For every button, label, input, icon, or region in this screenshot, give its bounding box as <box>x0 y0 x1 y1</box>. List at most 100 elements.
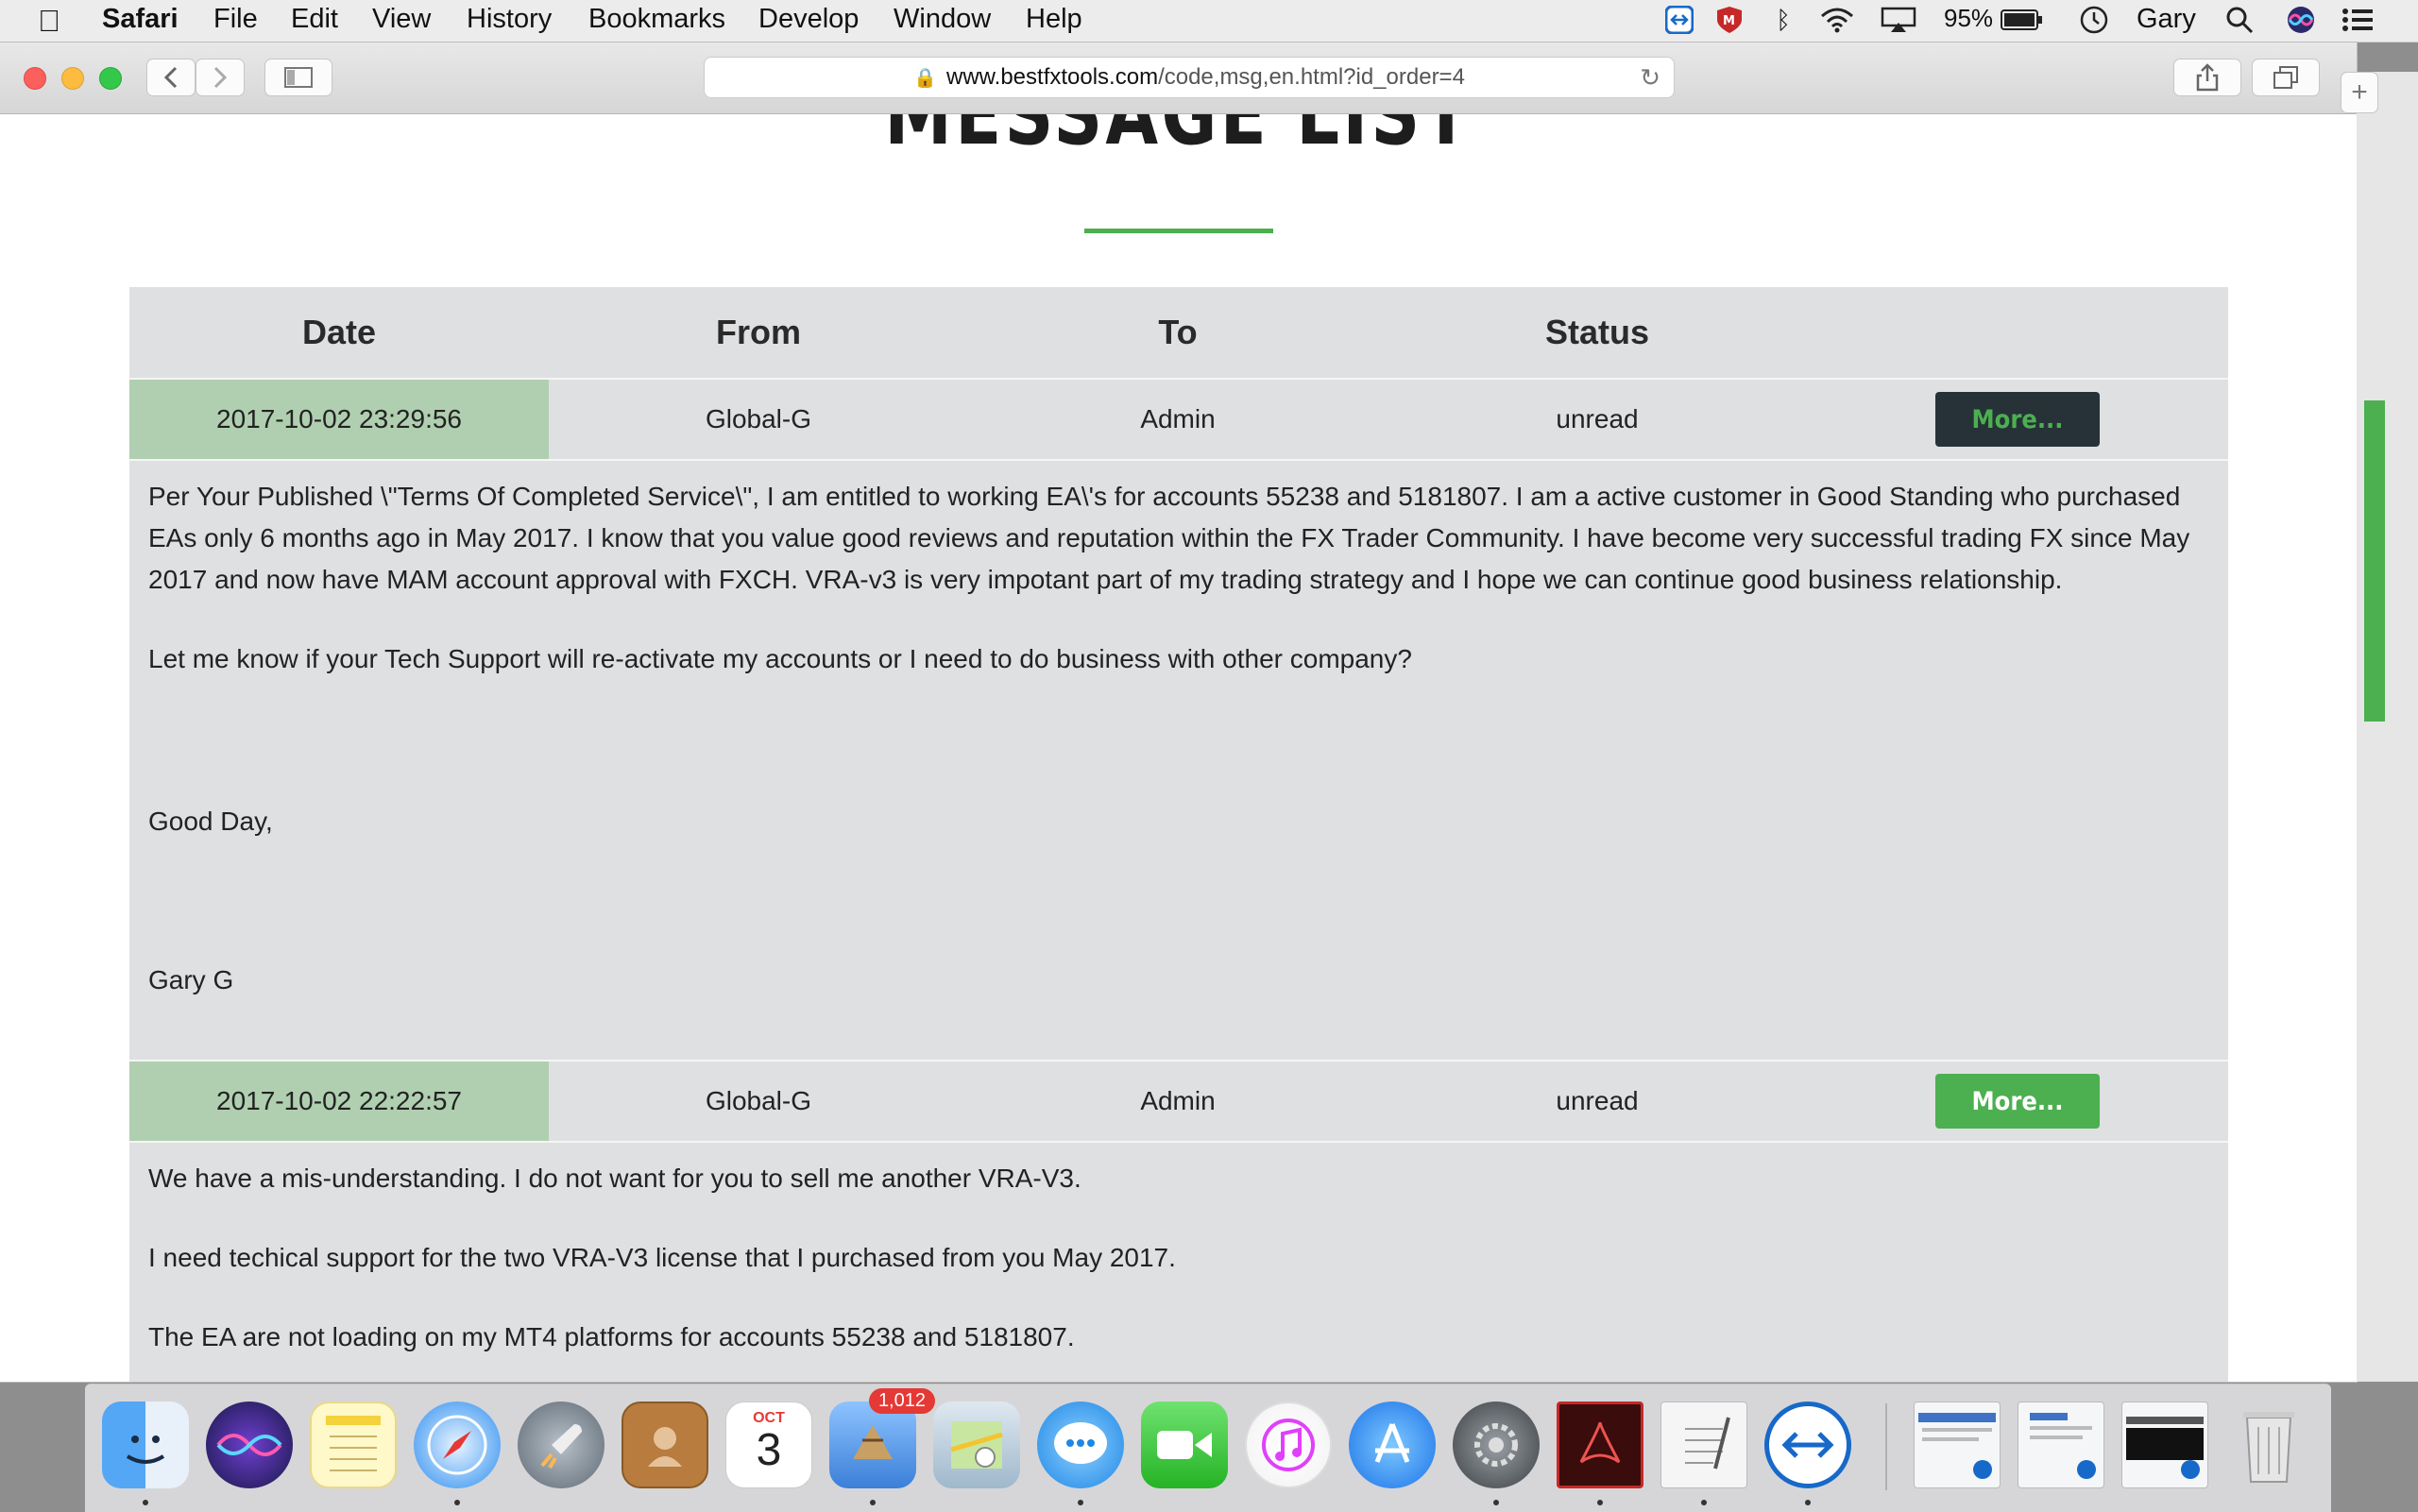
message-table: Date From To Status 2017-10-02 23:29:56 … <box>129 287 2228 1382</box>
apple-menu-icon[interactable]:  <box>38 4 60 39</box>
system-preferences-icon[interactable] <box>1453 1402 1540 1488</box>
row-divider <box>129 459 2228 461</box>
background-window-accent <box>2364 400 2385 722</box>
message-to: Admin <box>1140 1086 1216 1115</box>
bluetooth-icon[interactable]: ᛒ <box>1771 6 1796 34</box>
message-body: We have a mis-understanding. I do not wa… <box>148 1158 2207 1382</box>
dock: OCT 3 1,012 <box>85 1384 2331 1512</box>
notification-center-icon[interactable] <box>2341 6 2375 34</box>
safari-window: 🔒 www.bestfxtools.com/code,msg,en.html?i… <box>0 42 2357 1382</box>
title-underline <box>1084 229 1273 233</box>
app-store-icon[interactable] <box>1349 1402 1436 1488</box>
contacts-icon[interactable] <box>622 1402 708 1488</box>
more-button[interactable]: More... <box>1935 1074 2100 1129</box>
chevron-left-icon <box>163 66 178 89</box>
mail-icon[interactable]: 1,012 <box>829 1388 935 1488</box>
siri-icon[interactable] <box>2286 6 2316 34</box>
running-indicator <box>1493 1500 1499 1505</box>
menu-view[interactable]: View <box>372 4 431 35</box>
running-indicator <box>1701 1500 1707 1505</box>
new-tab-button[interactable]: + <box>2341 72 2378 113</box>
menu-window[interactable]: Window <box>894 4 991 35</box>
calendar-icon[interactable]: OCT 3 <box>725 1402 812 1488</box>
reload-icon[interactable]: ↻ <box>1640 63 1660 93</box>
teamviewer-status-icon[interactable] <box>1664 6 1694 34</box>
message-paragraph: Per Your Published \"Terms Of Completed … <box>148 482 2190 594</box>
message-paragraph: We have a mis-understanding. I do not wa… <box>148 1164 1081 1193</box>
show-tabs-button[interactable] <box>2252 59 2320 96</box>
teamviewer-dock-icon[interactable] <box>1764 1402 1851 1488</box>
facetime-icon[interactable] <box>1141 1402 1228 1488</box>
message-from: Global-G <box>705 404 812 433</box>
message-from: Global-G <box>705 1086 812 1115</box>
message-paragraph: The EA are not loading on my MT4 platfor… <box>148 1322 1075 1351</box>
background-window-edge <box>2357 72 2418 1382</box>
finder-icon[interactable] <box>102 1402 189 1488</box>
message-status: unread <box>1556 1086 1639 1115</box>
running-indicator <box>1078 1500 1083 1505</box>
message-date: 2017-10-02 23:29:56 <box>129 380 549 459</box>
chevron-right-icon <box>213 66 228 89</box>
column-header-status: Status <box>1544 313 1650 351</box>
dock-separator <box>1885 1403 1887 1490</box>
minimized-window-thumbnail-icon[interactable] <box>2121 1402 2208 1488</box>
more-button[interactable]: More... <box>1935 392 2100 447</box>
menu-bookmarks[interactable]: Bookmarks <box>588 4 725 35</box>
back-button[interactable] <box>146 59 196 96</box>
itunes-icon[interactable] <box>1245 1402 1332 1488</box>
safari-dock-icon[interactable] <box>414 1402 501 1488</box>
close-window-button[interactable] <box>24 67 46 90</box>
user-name[interactable]: Gary <box>2137 4 2196 35</box>
message-to: Admin <box>1140 404 1216 433</box>
minimize-window-button[interactable] <box>61 67 84 90</box>
zoom-window-button[interactable] <box>99 67 122 90</box>
menu-help[interactable]: Help <box>1026 4 1082 35</box>
svg-text:M: M <box>1723 14 1735 28</box>
running-indicator <box>1805 1500 1811 1505</box>
minimized-window-thumbnail-icon[interactable] <box>2018 1402 2104 1488</box>
message-status: unread <box>1556 404 1639 433</box>
sidebar-icon <box>284 67 313 88</box>
message-paragraph: Let me know if your Tech Support will re… <box>148 644 1412 673</box>
notes-icon[interactable] <box>310 1402 397 1488</box>
launchpad-icon[interactable] <box>518 1402 604 1488</box>
address-bar[interactable]: 🔒 www.bestfxtools.com/code,msg,en.html?i… <box>704 57 1675 98</box>
menu-history[interactable]: History <box>467 4 552 35</box>
mcafee-shield-icon[interactable]: M <box>1714 6 1745 34</box>
spotlight-search-icon[interactable] <box>2224 6 2255 34</box>
sidebar-toggle-button[interactable] <box>264 59 332 96</box>
calendar-day: 3 <box>756 1425 782 1475</box>
battery-icon[interactable] <box>2000 6 2045 34</box>
share-button[interactable] <box>2173 59 2241 96</box>
acrobat-reader-icon[interactable] <box>1557 1402 1643 1488</box>
wifi-icon[interactable] <box>1818 6 1856 34</box>
column-header-from: From <box>716 313 801 351</box>
textedit-icon[interactable] <box>1660 1402 1747 1488</box>
trash-icon[interactable] <box>2225 1402 2312 1488</box>
menu-file[interactable]: File <box>213 4 258 35</box>
tabs-overview-icon <box>2273 66 2298 89</box>
minimized-window-thumbnail-icon[interactable] <box>1914 1402 2001 1488</box>
message-paragraph: I need techical support for the two VRA-… <box>148 1243 1176 1272</box>
airplay-icon[interactable] <box>1880 6 1917 34</box>
share-icon <box>2196 63 2219 92</box>
mail-unread-badge: 1,012 <box>868 1388 935 1414</box>
time-machine-icon[interactable] <box>2078 6 2110 34</box>
column-header-date: Date <box>301 313 377 351</box>
message-date: 2017-10-02 22:22:57 <box>129 1062 549 1141</box>
menu-edit[interactable]: Edit <box>291 4 338 35</box>
url-host: www.bestfxtools.com <box>945 64 1159 90</box>
row-divider <box>129 1141 2228 1143</box>
siri-dock-icon[interactable] <box>206 1402 293 1488</box>
menu-app-name[interactable]: Safari <box>102 4 179 35</box>
maps-icon[interactable] <box>933 1402 1020 1488</box>
forward-button[interactable] <box>196 59 245 96</box>
battery-percentage: 95% <box>1944 4 1994 32</box>
page-viewport[interactable]: MESSAGE LIST Date From To Status 2017-10… <box>0 114 2357 1382</box>
message-body: Per Your Published \"Terms Of Completed … <box>148 476 2207 1039</box>
menu-develop[interactable]: Develop <box>758 4 859 35</box>
messages-icon[interactable] <box>1037 1402 1124 1488</box>
column-header-to: To <box>1158 313 1198 351</box>
running-indicator <box>870 1500 876 1505</box>
running-indicator <box>143 1500 148 1505</box>
